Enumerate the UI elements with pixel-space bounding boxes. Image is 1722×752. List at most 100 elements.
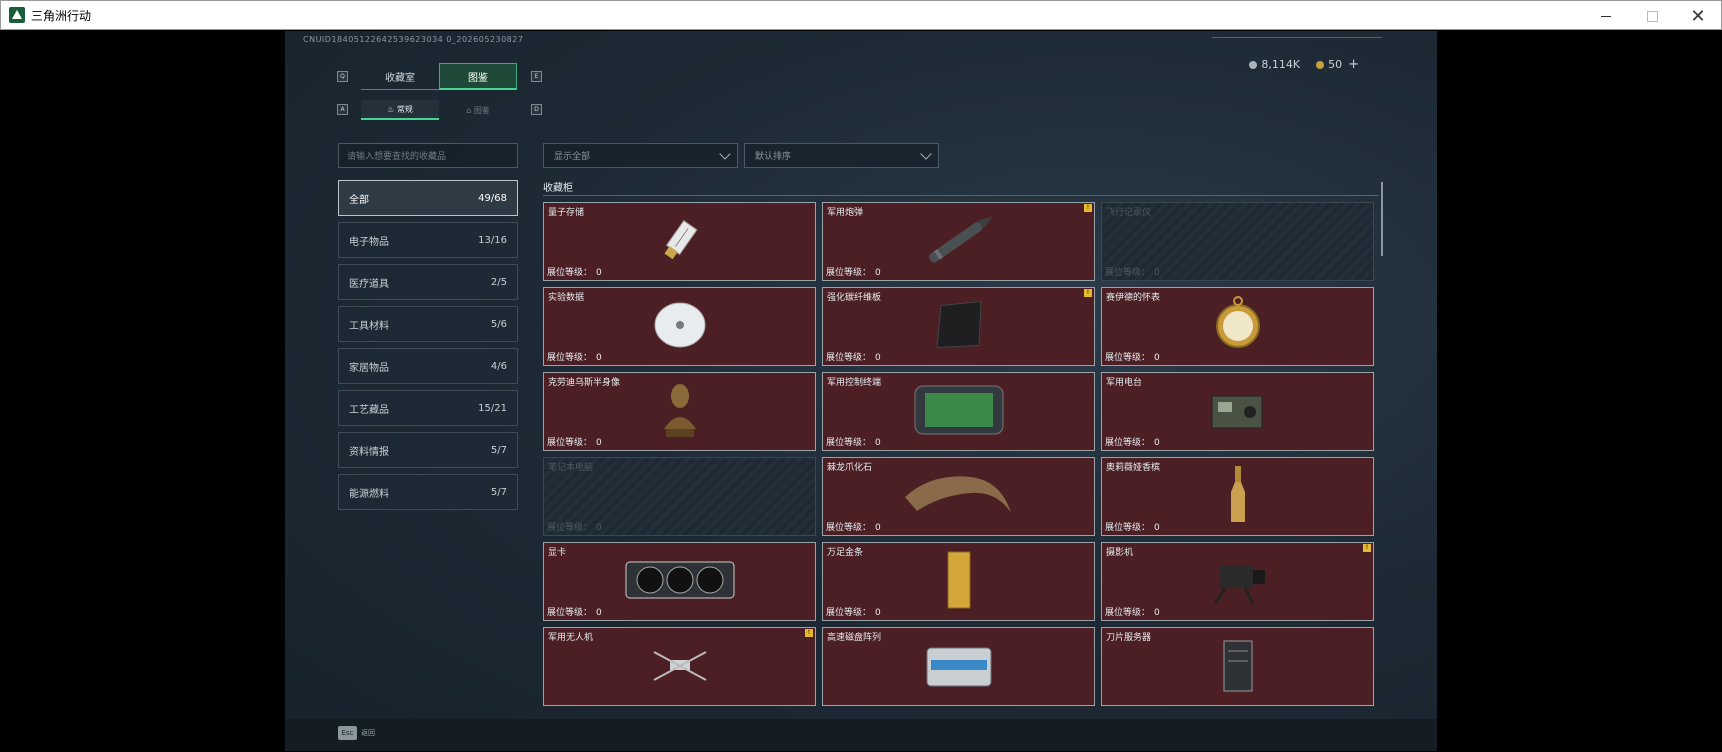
category-energy[interactable]: 能源燃料 5/7: [338, 474, 518, 510]
item-name: 笔记本电脑: [548, 463, 594, 473]
back-hint[interactable]: Esc 返回: [338, 726, 375, 740]
chevron-down-icon: [920, 148, 932, 160]
category-label: 工具材料: [349, 320, 389, 332]
collection-item[interactable]: 万足金条 展位等级： 0: [822, 542, 1095, 621]
category-label: 全部: [349, 194, 369, 206]
booth-level-value: 0: [875, 353, 881, 363]
booth-level-label: 展位等级：: [1105, 608, 1151, 618]
booth-level: 展位等级： 0: [826, 350, 881, 363]
item-name: 军用电台: [1106, 378, 1143, 388]
category-home[interactable]: 家居物品 4/6: [338, 348, 518, 384]
item-name: 飞行记录仪: [1106, 208, 1152, 218]
booth-level: 展位等级： 0: [826, 520, 881, 533]
collection-item[interactable]: 高速磁盘阵列: [822, 627, 1095, 706]
booth-level-label: 展位等级：: [1105, 438, 1151, 448]
key-hint-d: D: [531, 104, 542, 115]
silver-amount: 8,114K: [1261, 58, 1301, 71]
gold-coin-icon: [1316, 61, 1325, 69]
subtab-regular[interactable]: ♨ 常规: [361, 100, 439, 120]
booth-level-value: 0: [875, 268, 881, 278]
category-all[interactable]: 全部 49/68: [338, 180, 518, 216]
subtab-catalog[interactable]: ⌂ 图鉴: [439, 100, 517, 120]
category-medical[interactable]: 医疗道具 2/5: [338, 264, 518, 300]
item-name: 军用炮弹: [827, 208, 864, 218]
booth-level-value: 0: [875, 438, 881, 448]
category-electronics[interactable]: 电子物品 13/16: [338, 222, 518, 258]
sort-value: 默认排序: [755, 152, 792, 162]
booth-level-label: 展位等级：: [547, 523, 593, 533]
item-name: 奥莉薇娅香槟: [1106, 463, 1161, 473]
booth-level: 展位等级： 0: [1105, 435, 1160, 448]
booth-level-label: 展位等级：: [826, 523, 872, 533]
booth-level-value: 0: [1154, 353, 1160, 363]
item-name: 强化碳纤维板: [827, 293, 882, 303]
item-name: 高速磁盘阵列: [827, 633, 882, 643]
collection-item[interactable]: 军用炮弹展位等级： 0!: [822, 202, 1095, 281]
game-window: 三角洲行动 ✕ CNUID18405122642539623034 0_2026…: [0, 0, 1722, 752]
bust-icon: [658, 379, 702, 445]
app-logo-icon: [9, 7, 25, 23]
booth-level-label: 展位等级：: [1105, 268, 1151, 278]
category-count: 4/6: [490, 360, 507, 372]
booth-level: 展位等级： 0: [826, 265, 881, 278]
category-count: 2/5: [490, 276, 507, 288]
booth-level-value: 0: [875, 608, 881, 618]
collection-item[interactable]: 飞行记录仪展位等级： 0: [1101, 202, 1374, 281]
search-input[interactable]: 请输入想要查找的收藏品: [338, 143, 518, 168]
booth-level-value: 0: [596, 608, 602, 618]
collection-item[interactable]: 奥莉薇娅香槟 展位等级： 0: [1101, 457, 1374, 536]
category-label: 资料情报: [349, 446, 389, 458]
gpu-icon: [622, 554, 738, 610]
category-count: 49/68: [478, 192, 507, 204]
category-count: 5/6: [490, 318, 507, 330]
category-count: 15/21: [478, 402, 507, 414]
alert-badge: !: [1084, 204, 1092, 212]
minimize-button[interactable]: [1583, 1, 1629, 31]
scrollbar-thumb[interactable]: [1381, 182, 1383, 256]
collection-item[interactable]: 实验数据 展位等级： 0: [543, 287, 816, 366]
game-viewport: CNUID18405122642539623034 0_202605230827…: [285, 31, 1437, 751]
camera-icon: [1205, 552, 1271, 612]
booth-level: 展位等级： 0: [1105, 520, 1160, 533]
item-name: 刀片服务器: [1106, 633, 1152, 643]
key-hint-a: A: [337, 104, 348, 115]
tab-collection-room[interactable]: 收藏室: [361, 63, 439, 90]
collection-item[interactable]: 赛伊德的怀表 展位等级： 0: [1101, 287, 1374, 366]
silver-coin-icon: [1249, 61, 1258, 69]
add-currency-button[interactable]: +: [1348, 57, 1359, 72]
radio-icon: [1206, 382, 1270, 442]
show-filter-dropdown[interactable]: 显示全部: [543, 143, 738, 168]
collection-item[interactable]: 军用无人机!: [543, 627, 816, 706]
collection-item[interactable]: 笔记本电脑展位等级： 0: [543, 457, 816, 536]
collection-item[interactable]: 摄影机 展位等级： 0!: [1101, 542, 1374, 621]
sort-dropdown[interactable]: 默认排序: [744, 143, 939, 168]
shell-icon: [914, 210, 1004, 274]
collection-item[interactable]: 军用电台展位等级： 0: [1101, 372, 1374, 451]
category-tools[interactable]: 工具材料 5/6: [338, 306, 518, 342]
subtab-catalog-label: 图鉴: [473, 105, 490, 115]
main-tabs: 收藏室 图鉴: [361, 63, 517, 90]
gold-amount: 50: [1328, 58, 1343, 71]
category-crafts[interactable]: 工艺藏品 15/21: [338, 390, 518, 426]
collection-item[interactable]: 量子存储 展位等级： 0: [543, 202, 816, 281]
category-intel[interactable]: 资料情报 5/7: [338, 432, 518, 468]
usb-drive-icon: [650, 210, 710, 274]
collection-item[interactable]: 克劳迪乌斯半身像 展位等级： 0: [543, 372, 816, 451]
subtab-regular-label: 常规: [396, 104, 413, 114]
tab-catalog[interactable]: 图鉴: [439, 63, 517, 90]
collection-item[interactable]: 强化碳纤维板 展位等级： 0!: [822, 287, 1095, 366]
collection-item[interactable]: 显卡 展位等级： 0: [543, 542, 816, 621]
server-icon: [1216, 637, 1260, 697]
alert-badge: !: [1363, 544, 1371, 552]
close-button[interactable]: ✕: [1675, 1, 1721, 31]
collection-item[interactable]: 军用控制终端 展位等级： 0: [822, 372, 1095, 451]
booth-level: 展位等级： 0: [547, 520, 602, 533]
player-uid: CNUID18405122642539623034 0_202605230827: [303, 35, 524, 44]
booth-level-value: 0: [1154, 268, 1160, 278]
booth-level: 展位等级： 0: [547, 265, 602, 278]
section-divider: [543, 195, 1379, 196]
collection-item[interactable]: 刀片服务器: [1101, 627, 1374, 706]
collection-item[interactable]: 棘龙爪化石 展位等级： 0: [822, 457, 1095, 536]
category-label: 工艺藏品: [349, 404, 389, 416]
maximize-button[interactable]: [1629, 1, 1675, 31]
